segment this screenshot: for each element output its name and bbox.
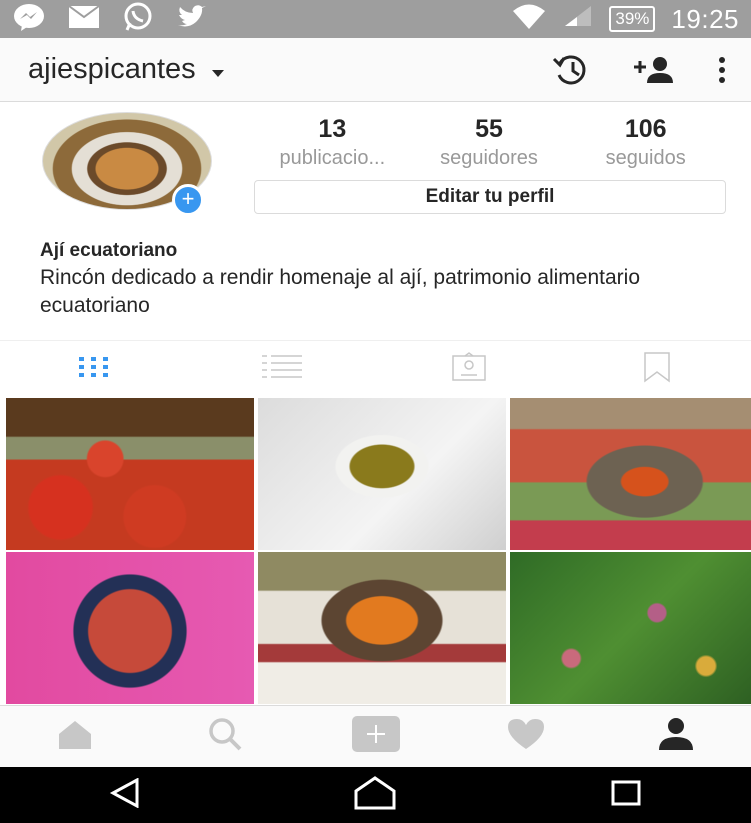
post-thumbnail[interactable]: [510, 552, 751, 704]
status-bar: 39% 19:25: [0, 0, 751, 38]
tab-grid[interactable]: [0, 341, 188, 398]
whatsapp-icon: [122, 2, 154, 37]
nav-home[interactable]: [0, 706, 150, 767]
stat-value: 55: [475, 115, 503, 143]
notification-icons: [12, 2, 208, 37]
account-switcher[interactable]: ajiespicantes: [28, 53, 225, 86]
back-icon: [109, 776, 141, 813]
stat-posts[interactable]: 13 publicacio...: [254, 114, 411, 172]
android-nav-bar: [0, 767, 751, 823]
android-recents-button[interactable]: [501, 767, 751, 823]
twitter-icon: [176, 4, 208, 35]
profile-avatar[interactable]: +: [42, 112, 212, 216]
stat-label: seguidores: [440, 147, 538, 169]
tab-tagged[interactable]: [376, 341, 564, 398]
nav-search[interactable]: [150, 706, 300, 767]
list-icon: [261, 353, 303, 386]
add-story-icon[interactable]: +: [172, 184, 204, 216]
more-vert-icon[interactable]: [717, 55, 727, 85]
grid-icon: [77, 355, 111, 384]
recents-icon: [611, 780, 641, 811]
clock: 19:25: [671, 3, 739, 34]
android-back-button[interactable]: [0, 767, 250, 823]
bottom-nav: [0, 705, 751, 767]
tab-saved[interactable]: [563, 341, 751, 398]
username: ajiespicantes: [28, 53, 196, 85]
nav-profile[interactable]: [601, 706, 751, 767]
profile-icon: [656, 717, 696, 756]
stat-followers[interactable]: 55 seguidores: [411, 114, 568, 172]
mail-icon: [68, 4, 100, 34]
stat-following[interactable]: 106 seguidos: [567, 114, 724, 172]
nav-add[interactable]: [300, 706, 450, 767]
wifi-icon: [511, 2, 547, 37]
posts-grid: [6, 398, 751, 704]
tagged-icon: [451, 352, 487, 387]
profile-stats: 13 publicacio... 55 seguidores 106 segui…: [254, 114, 724, 172]
post-thumbnail[interactable]: [6, 398, 254, 550]
profile-tabs: [0, 340, 751, 398]
nav-activity[interactable]: [451, 706, 601, 767]
post-thumbnail[interactable]: [510, 398, 751, 550]
stat-label: seguidos: [605, 147, 686, 169]
post-thumbnail[interactable]: [258, 398, 506, 550]
bio-name: Ají ecuatoriano: [40, 240, 178, 261]
add-icon: [351, 715, 401, 758]
chevron-down-icon: [212, 70, 225, 78]
profile-header: ajiespicantes: [0, 38, 751, 102]
messenger-icon: [12, 2, 46, 37]
add-person-icon[interactable]: [631, 55, 677, 85]
bio-text: Rincón dedicado a rendir homenaje al ají…: [40, 266, 641, 317]
search-icon: [207, 717, 243, 756]
history-icon[interactable]: [551, 53, 591, 87]
saved-icon: [642, 351, 672, 388]
post-thumbnail[interactable]: [258, 552, 506, 704]
stat-label: publicacio...: [279, 147, 386, 169]
home-icon: [56, 718, 94, 755]
tab-list[interactable]: [188, 341, 376, 398]
stat-value: 106: [624, 115, 667, 143]
android-home-button[interactable]: [250, 767, 500, 823]
post-thumbnail[interactable]: [6, 552, 254, 704]
battery-indicator: 39%: [609, 6, 656, 32]
signal-icon: [563, 4, 593, 35]
home-outline-icon: [353, 775, 397, 815]
heart-icon: [506, 717, 546, 756]
edit-profile-button[interactable]: Editar tu perfil: [254, 180, 726, 214]
stat-value: 13: [318, 115, 347, 143]
